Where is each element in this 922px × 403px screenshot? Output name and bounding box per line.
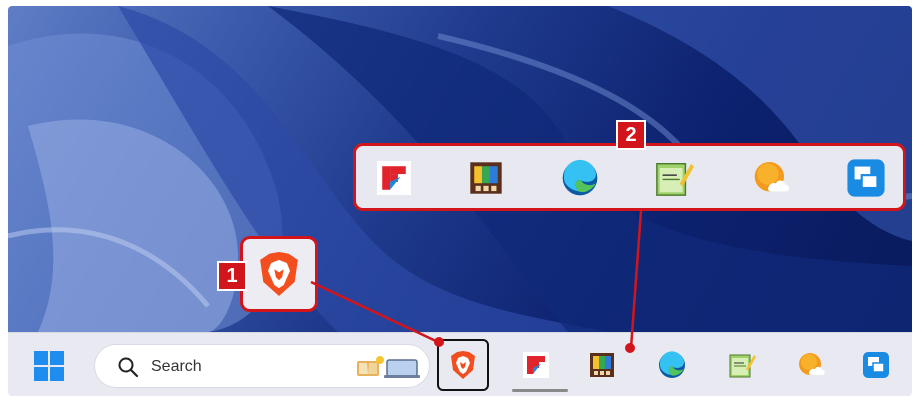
pinned-apps-popup — [353, 143, 906, 211]
popup-item-editor[interactable] — [650, 154, 698, 202]
windows-logo-icon — [34, 351, 48, 365]
callout-badge-2: 2 — [616, 120, 646, 150]
brave-lion-icon — [260, 252, 298, 296]
edge-icon — [659, 351, 685, 378]
dragged-brave-icon[interactable] — [240, 236, 318, 312]
popup-item-flipboard[interactable] — [370, 154, 418, 202]
weather-icon — [799, 353, 825, 375]
screenshot-frame: Search 1 2 — [8, 6, 912, 396]
notepad-icon — [656, 163, 694, 196]
windows-app-icon — [863, 352, 889, 378]
edge-icon — [562, 159, 598, 196]
popup-item-media[interactable] — [462, 154, 510, 202]
windows-app-icon — [847, 159, 885, 197]
flipboard-icon — [523, 352, 549, 378]
tv-icon — [590, 353, 614, 377]
search-label: Search — [151, 358, 202, 375]
callout-badge-1: 1 — [217, 261, 247, 291]
popup-item-weather[interactable] — [748, 154, 796, 202]
taskbar-item-editor[interactable] — [716, 339, 768, 391]
search-box[interactable]: Search — [94, 344, 430, 388]
search-highlight-icon — [357, 356, 420, 378]
popup-item-windows-app[interactable] — [842, 154, 890, 202]
notepad-icon — [729, 354, 756, 378]
taskbar-item-media[interactable] — [576, 339, 628, 391]
search-icon — [118, 357, 139, 378]
brave-lion-icon — [451, 351, 475, 379]
popup-item-edge[interactable] — [556, 154, 604, 202]
taskbar: Search — [8, 332, 912, 396]
running-indicator — [512, 389, 568, 392]
flipboard-icon — [377, 161, 411, 195]
taskbar-item-windows-app[interactable] — [850, 339, 902, 391]
taskbar-item-weather[interactable] — [786, 339, 838, 391]
taskbar-item-brave[interactable] — [437, 339, 489, 391]
taskbar-item-edge[interactable] — [646, 339, 698, 391]
taskbar-item-flipboard[interactable] — [510, 339, 562, 391]
tv-icon — [470, 162, 502, 194]
start-button[interactable] — [34, 351, 64, 381]
weather-icon — [754, 162, 790, 192]
